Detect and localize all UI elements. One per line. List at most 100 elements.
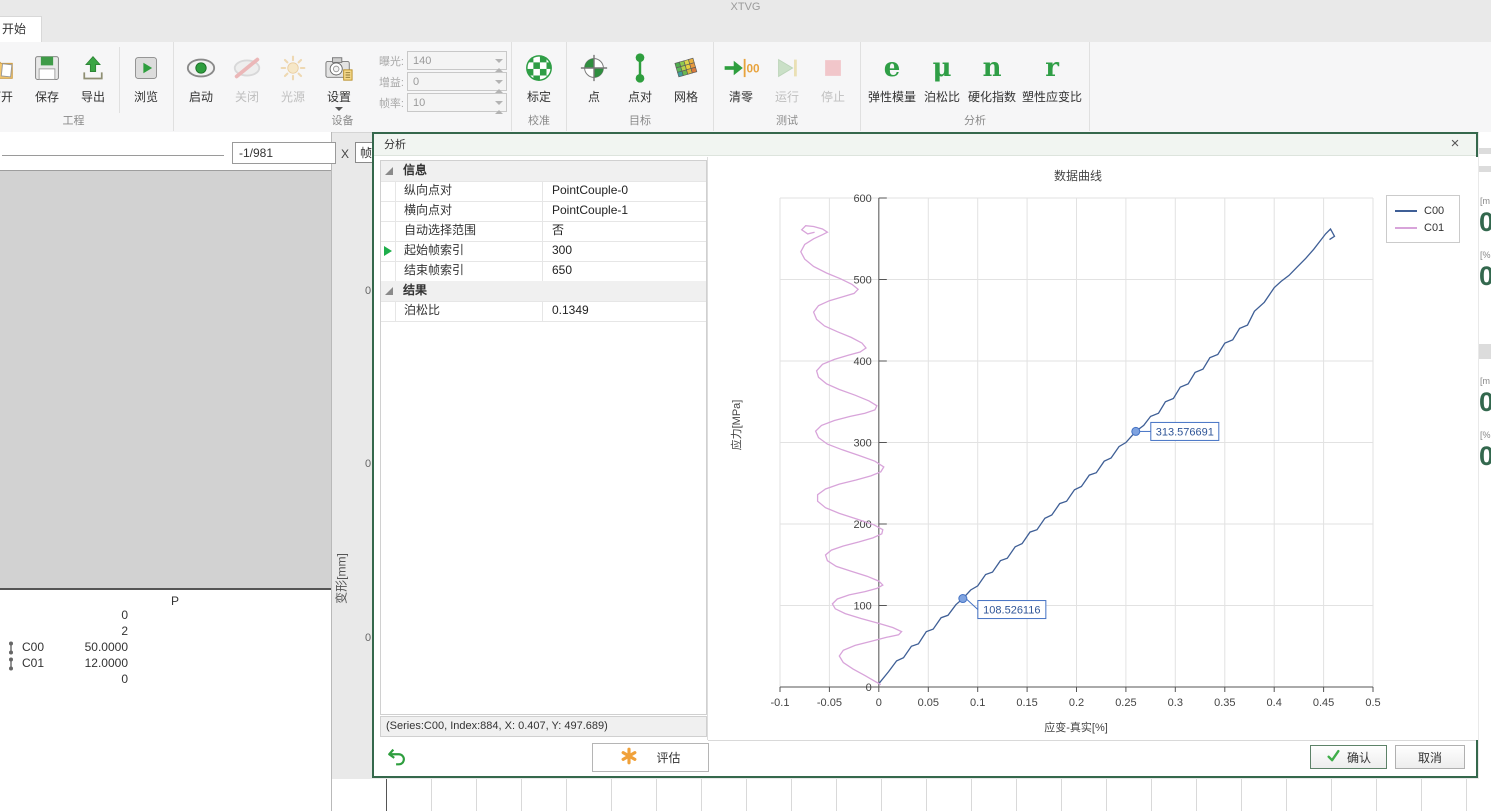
list-row[interactable]: C01 12.0000	[0, 656, 331, 672]
chart-panel: 数据曲线 应力[MPa] 应变-真实[%] 010020030040050060…	[708, 157, 1478, 740]
svg-text:313.576691: 313.576691	[1156, 426, 1214, 438]
chart-legend: C00C01	[1386, 195, 1460, 243]
list-value: 0	[0, 672, 128, 686]
spinner-down-icon[interactable]	[495, 60, 504, 68]
button-label: 网格	[674, 88, 698, 105]
property-label: 起始帧索引	[396, 241, 543, 261]
current-row-arrow-icon	[384, 246, 392, 256]
svg-text:0.3: 0.3	[1168, 697, 1183, 709]
property-value[interactable]: PointCouple-1	[544, 201, 706, 221]
svg-text:0.4: 0.4	[1267, 697, 1282, 709]
letter-r-button[interactable]: r塑性应变比	[1019, 47, 1085, 113]
list-row[interactable]: 2	[0, 624, 331, 640]
list-column-header-p: P	[160, 594, 190, 608]
save-button[interactable]: 保存	[24, 47, 70, 113]
button-label: 启动	[189, 88, 213, 105]
svg-text:-0.1: -0.1	[771, 697, 790, 709]
calibrate-button[interactable]: 标定	[516, 47, 562, 113]
light-source-button[interactable]: 光源	[270, 47, 316, 113]
ribbon-group: 打开保存导出浏览工程	[0, 42, 174, 131]
letter-r-icon: r	[1045, 49, 1059, 87]
field-label: 增益:	[370, 74, 404, 90]
camera-settings-icon	[324, 49, 354, 87]
series-C00-line	[879, 229, 1335, 684]
point-button[interactable]: 点	[571, 47, 617, 113]
list-row[interactable]: C00 50.0000	[0, 640, 331, 656]
status-bar: (Series:C00, Index:884, X: 0.407, Y: 497…	[380, 716, 707, 737]
readout-value: 0	[1479, 262, 1491, 290]
field-spinner[interactable]: 0	[407, 72, 507, 91]
export-icon	[79, 49, 107, 87]
cancel-button[interactable]: 取消	[1395, 745, 1465, 769]
property-row: 结束帧索引 650	[381, 261, 706, 282]
confirm-button[interactable]: 确认	[1310, 745, 1387, 769]
folder-open-button[interactable]: 打开	[0, 47, 24, 113]
spinner-down-icon[interactable]	[495, 81, 504, 89]
data-label-callout: 313.576691	[1132, 422, 1219, 440]
asterisk-icon	[620, 747, 638, 768]
spinner-down-icon[interactable]	[495, 102, 504, 110]
readout-value: 0	[1479, 388, 1491, 416]
series-C01-line	[801, 226, 902, 685]
property-value[interactable]: 300	[544, 241, 706, 261]
button-label: 泊松比	[924, 88, 960, 105]
ribbon-group: 标定校准	[512, 42, 567, 131]
property-value[interactable]: 650	[544, 261, 706, 281]
section-header-result[interactable]: 结果	[381, 281, 706, 302]
eye-start-button[interactable]: 启动	[178, 47, 224, 113]
camera-off-button[interactable]: 关闭	[224, 47, 270, 113]
ribbon: 打开保存导出浏览工程启动关闭光源设置曝光:140增益:0帧率:10设备标定校准点…	[0, 42, 1491, 133]
axis-x-button[interactable]: X	[337, 145, 353, 163]
svg-text:0.15: 0.15	[1016, 697, 1037, 709]
ribbon-group: e弹性模量μ泊松比n硬化指数r塑性应变比分析	[861, 42, 1090, 131]
property-row: 泊松比 0.1349	[381, 301, 706, 322]
button-label: 标定	[527, 88, 551, 105]
data-curves-chart: 0100200300400500600-0.1-0.0500.050.10.15…	[708, 157, 1478, 740]
point-pair-button[interactable]: 点对	[617, 47, 663, 113]
zero-button[interactable]: 00清零	[718, 47, 764, 113]
list-value: 12.0000	[0, 656, 128, 670]
tab-start[interactable]: 开始	[0, 16, 42, 42]
browse-icon	[132, 49, 160, 87]
property-value[interactable]: 0.1349	[544, 301, 706, 321]
list-row[interactable]: 0	[0, 608, 331, 624]
button-label: 打开	[0, 88, 13, 105]
list-row[interactable]: 0	[0, 672, 331, 688]
evaluate-button[interactable]: 评估	[592, 743, 709, 772]
button-label: 停止	[821, 88, 845, 105]
field-label: 曝光:	[370, 53, 404, 69]
letter-mu-button[interactable]: μ泊松比	[919, 47, 965, 113]
section-header-info[interactable]: 信息	[381, 161, 706, 182]
mesh-button[interactable]: 网格	[663, 47, 709, 113]
close-icon[interactable]: ×	[1446, 135, 1464, 153]
button-label: 导出	[81, 88, 105, 105]
export-button[interactable]: 导出	[70, 47, 116, 113]
property-value[interactable]: PointCouple-0	[544, 181, 706, 201]
property-label: 纵向点对	[396, 181, 543, 201]
run-button[interactable]: 运行	[764, 47, 810, 113]
frame-slider[interactable]	[2, 155, 224, 156]
device-field-row: 帧率:10	[370, 93, 507, 112]
svg-text:0.45: 0.45	[1313, 697, 1334, 709]
legend-label: C01	[1424, 222, 1444, 234]
ribbon-group: 00清零运行停止测试	[714, 42, 861, 131]
property-label: 结束帧索引	[396, 261, 543, 281]
eye-start-icon	[185, 49, 217, 87]
svg-text:300: 300	[853, 438, 871, 450]
letter-e-button[interactable]: e弹性模量	[865, 47, 919, 113]
browse-button[interactable]: 浏览	[119, 47, 169, 113]
stop-icon	[819, 49, 847, 87]
letter-n-button[interactable]: n硬化指数	[965, 47, 1019, 113]
camera-settings-button[interactable]: 设置	[316, 47, 362, 113]
property-value[interactable]: 否	[544, 221, 706, 241]
frame-counter-input[interactable]	[232, 142, 336, 164]
button-label: 塑性应变比	[1022, 88, 1082, 105]
field-spinner[interactable]: 10	[407, 93, 507, 112]
readout-band	[1479, 148, 1491, 154]
undo-icon[interactable]	[386, 746, 408, 768]
stop-button[interactable]: 停止	[810, 47, 856, 113]
list-value: 0	[0, 608, 128, 622]
field-label: 帧率:	[370, 95, 404, 111]
field-spinner[interactable]: 140	[407, 51, 507, 70]
button-label: 运行	[775, 88, 799, 105]
